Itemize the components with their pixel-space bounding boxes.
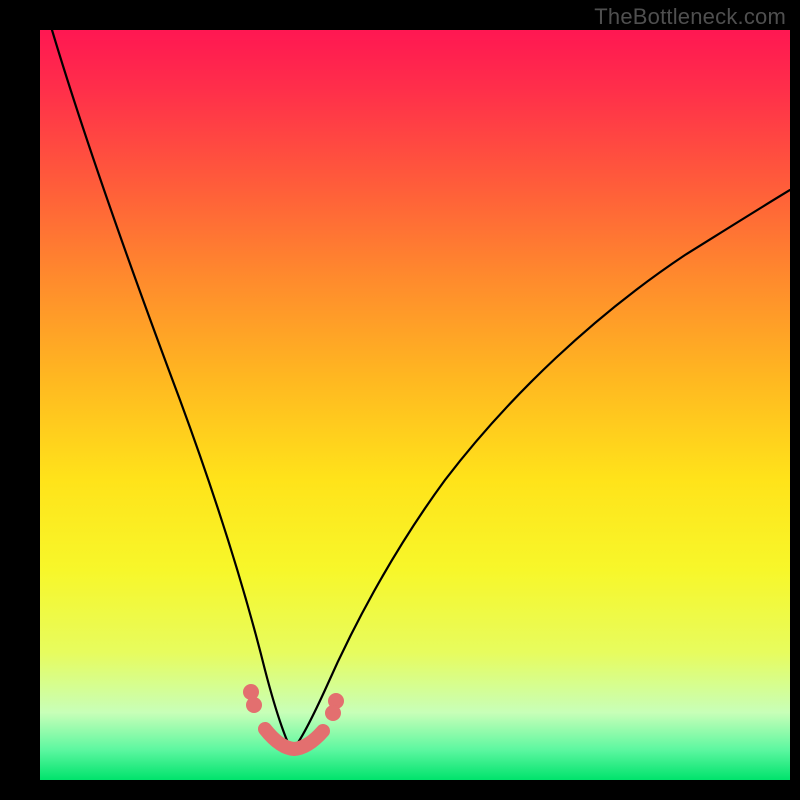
plot-area	[40, 30, 790, 780]
marker-dot	[325, 705, 341, 721]
marker-dot	[246, 697, 262, 713]
chart-svg	[40, 30, 790, 780]
marker-chain	[265, 729, 323, 749]
curve-right-branch	[292, 190, 790, 750]
chart-stage: TheBottleneck.com	[0, 0, 800, 800]
watermark-text: TheBottleneck.com	[594, 4, 786, 30]
curve-left-branch	[52, 30, 292, 750]
